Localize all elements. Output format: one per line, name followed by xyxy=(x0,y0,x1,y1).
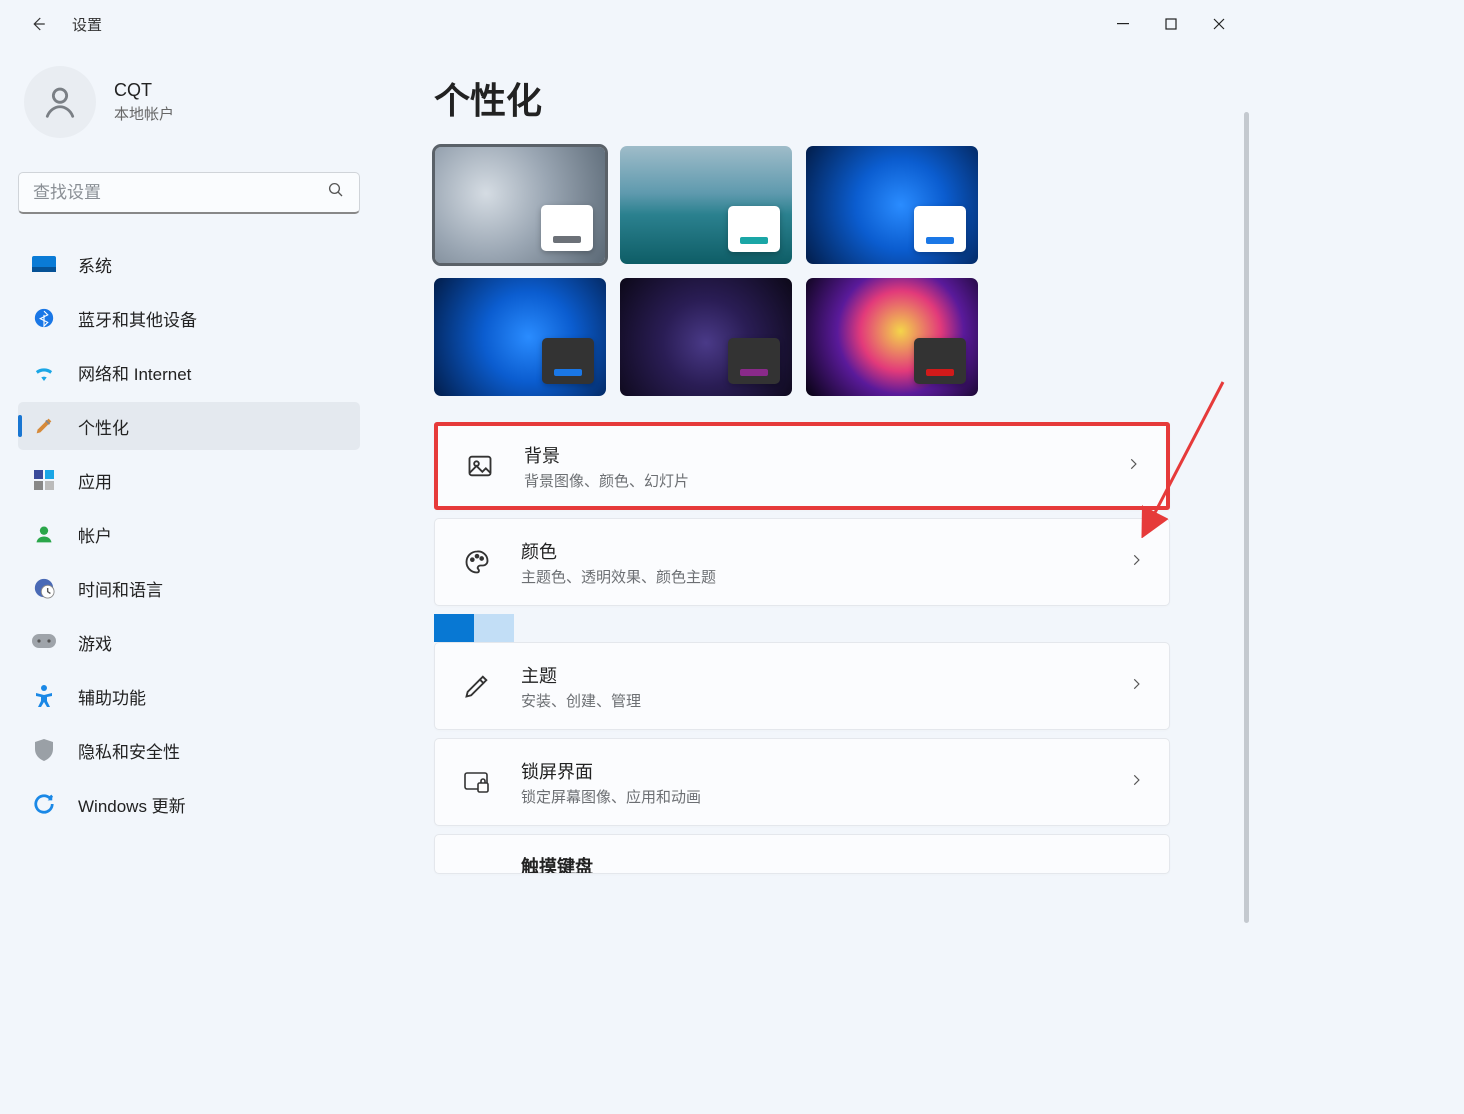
sidebar-item-label: 应用 xyxy=(78,468,112,493)
sidebar-item-windows-update[interactable]: Windows 更新 xyxy=(18,780,360,828)
sidebar-item-system[interactable]: 系统 xyxy=(18,240,360,288)
search-box[interactable] xyxy=(18,172,360,214)
sidebar-item-label: Windows 更新 xyxy=(78,792,186,817)
sidebar-item-privacy[interactable]: 隐私和安全性 xyxy=(18,726,360,774)
card-desc: 安装、创建、管理 xyxy=(521,690,641,711)
settings-card-lockscreen[interactable]: 锁屏界面 锁定屏幕图像、应用和动画 xyxy=(434,738,1170,826)
gamepad-icon xyxy=(32,630,56,654)
minimize-button[interactable] xyxy=(1099,6,1147,42)
settings-card-background[interactable]: 背景 背景图像、颜色、幻灯片 xyxy=(434,422,1170,510)
avatar xyxy=(24,66,96,138)
close-button[interactable] xyxy=(1195,6,1243,42)
card-title: 颜色 xyxy=(521,538,716,564)
sidebar-item-label: 系统 xyxy=(78,252,112,277)
sidebar-item-network[interactable]: 网络和 Internet xyxy=(18,348,360,396)
card-title: 锁屏界面 xyxy=(521,758,701,784)
keyboard-icon xyxy=(461,853,493,874)
theme-tile[interactable] xyxy=(434,278,606,396)
sidebar-item-label: 个性化 xyxy=(78,414,129,439)
settings-card-colors[interactable]: 颜色 主题色、透明效果、颜色主题 xyxy=(434,518,1170,606)
sidebar-item-label: 游戏 xyxy=(78,630,112,655)
card-desc: 背景图像、颜色、幻灯片 xyxy=(524,470,689,491)
clock-globe-icon xyxy=(32,576,56,600)
theme-preview-grid xyxy=(434,146,1004,396)
chevron-right-icon xyxy=(1129,677,1143,696)
theme-tile[interactable] xyxy=(806,278,978,396)
card-title: 主题 xyxy=(521,662,641,688)
window-title: 设置 xyxy=(72,14,102,35)
chevron-right-icon xyxy=(1126,457,1140,476)
wifi-icon xyxy=(32,360,56,384)
nav-list: 系统 蓝牙和其他设备 网络和 Internet 个性化 应用 帐户 xyxy=(18,240,360,828)
theme-tile[interactable] xyxy=(434,146,606,264)
sidebar-item-accessibility[interactable]: 辅助功能 xyxy=(18,672,360,720)
minimize-icon xyxy=(1117,18,1129,30)
search-icon xyxy=(327,181,345,204)
page-title: 个性化 xyxy=(434,72,1215,124)
settings-card-themes[interactable]: 主题 安装、创建、管理 xyxy=(434,642,1170,730)
card-title: 背景 xyxy=(524,442,689,468)
update-icon xyxy=(32,792,56,816)
profile-block[interactable]: CQT 本地帐户 xyxy=(18,60,360,158)
card-title: 触摸键盘 xyxy=(521,853,593,874)
bluetooth-icon xyxy=(32,306,56,330)
picture-icon xyxy=(464,450,496,482)
palette-icon xyxy=(461,546,493,578)
sidebar-item-apps[interactable]: 应用 xyxy=(18,456,360,504)
settings-card-touch-keyboard[interactable]: 触摸键盘 xyxy=(434,834,1170,874)
main-content: 个性化 背景 背景图像、颜色、幻灯片 颜色 主题色、透明效果、颜色主题 xyxy=(370,48,1251,933)
close-icon xyxy=(1213,18,1225,30)
apps-icon xyxy=(32,468,56,492)
account-icon xyxy=(32,522,56,546)
display-icon xyxy=(32,252,56,276)
brush-icon xyxy=(461,670,493,702)
sidebar-item-gaming[interactable]: 游戏 xyxy=(18,618,360,666)
card-desc: 主题色、透明效果、颜色主题 xyxy=(521,566,716,587)
brush-icon xyxy=(32,414,56,438)
theme-tile[interactable] xyxy=(806,146,978,264)
back-button[interactable] xyxy=(28,14,48,34)
sidebar-item-accounts[interactable]: 帐户 xyxy=(18,510,360,558)
chevron-right-icon xyxy=(1129,553,1143,572)
profile-name: CQT xyxy=(114,80,174,101)
sidebar-item-label: 辅助功能 xyxy=(78,684,146,709)
profile-account-type: 本地帐户 xyxy=(114,103,174,124)
accessibility-icon xyxy=(32,684,56,708)
sidebar-item-label: 时间和语言 xyxy=(78,576,163,601)
sidebar-item-label: 帐户 xyxy=(78,522,112,547)
sidebar-item-bluetooth[interactable]: 蓝牙和其他设备 xyxy=(18,294,360,342)
titlebar: 设置 xyxy=(0,0,1251,48)
chevron-right-icon xyxy=(1129,773,1143,792)
lockscreen-icon xyxy=(461,766,493,798)
search-input[interactable] xyxy=(33,183,327,203)
person-icon xyxy=(41,83,79,121)
scrollbar[interactable] xyxy=(1244,112,1249,923)
maximize-button[interactable] xyxy=(1147,6,1195,42)
maximize-icon xyxy=(1165,18,1177,30)
sidebar-item-label: 网络和 Internet xyxy=(78,360,191,385)
sidebar-item-personalization[interactable]: 个性化 xyxy=(18,402,360,450)
back-arrow-icon xyxy=(29,15,47,33)
censor-patch xyxy=(434,614,1215,642)
card-desc: 锁定屏幕图像、应用和动画 xyxy=(521,786,701,807)
sidebar-item-time-language[interactable]: 时间和语言 xyxy=(18,564,360,612)
shield-icon xyxy=(32,738,56,762)
sidebar-item-label: 隐私和安全性 xyxy=(78,738,180,763)
theme-tile[interactable] xyxy=(620,278,792,396)
theme-tile[interactable] xyxy=(620,146,792,264)
sidebar-item-label: 蓝牙和其他设备 xyxy=(78,306,197,331)
sidebar: CQT 本地帐户 系统 蓝牙和其他设备 网络和 Internet xyxy=(0,48,370,933)
